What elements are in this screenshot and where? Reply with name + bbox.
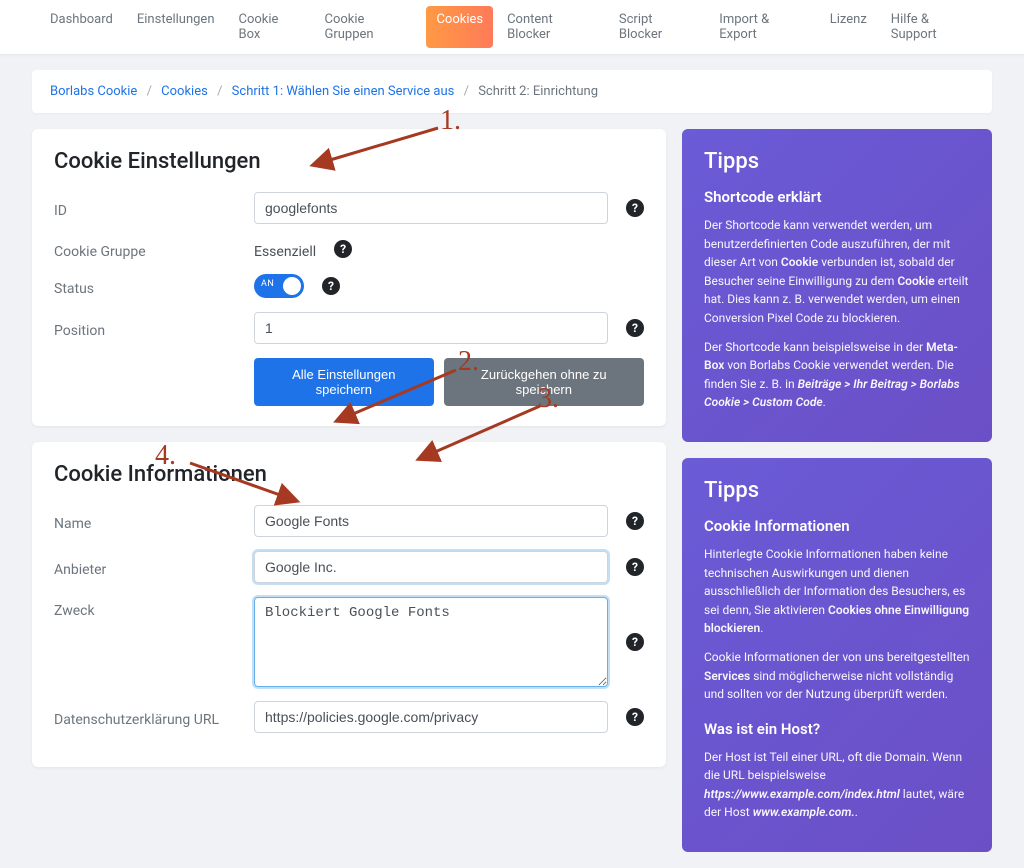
breadcrumb-link[interactable]: Cookies: [161, 84, 208, 99]
breadcrumb-current: Schritt 2: Einrichtung: [478, 84, 598, 99]
provider-input[interactable]: [254, 551, 608, 583]
nav-tab-8[interactable]: Lizenz: [820, 6, 877, 48]
group-label: Cookie Gruppe: [54, 238, 254, 260]
save-button[interactable]: Alle Einstellungen speichern: [254, 358, 434, 406]
help-icon[interactable]: ?: [626, 319, 644, 337]
provider-label: Anbieter: [54, 556, 254, 578]
nav-tab-6[interactable]: Script Blocker: [609, 6, 705, 48]
breadcrumb: Borlabs Cookie / Cookies / Schritt 1: Wä…: [32, 70, 992, 113]
help-icon[interactable]: ?: [626, 708, 644, 726]
tips-subtitle: Cookie Informationen: [704, 517, 970, 535]
cookie-info-panel: Cookie Informationen Name ? Anbieter ? Z…: [32, 442, 666, 767]
name-input[interactable]: [254, 505, 608, 537]
nav-tab-1[interactable]: Einstellungen: [127, 6, 225, 48]
nav-tab-2[interactable]: Cookie Box: [229, 6, 311, 48]
panel-title: Cookie Einstellungen: [54, 149, 644, 174]
position-label: Position: [54, 317, 254, 339]
panel-title: Cookie Informationen: [54, 462, 644, 487]
nav-tab-5[interactable]: Content Blocker: [497, 6, 605, 48]
tips-text: Cookie Informationen der von uns bereitg…: [704, 648, 970, 704]
nav-tab-4[interactable]: Cookies: [426, 6, 493, 48]
cookie-settings-panel: Cookie Einstellungen ID ? Cookie Gruppe …: [32, 129, 666, 426]
help-icon[interactable]: ?: [334, 240, 352, 258]
status-toggle[interactable]: AN: [254, 274, 304, 298]
privacy-url-label: Datenschutzerklärung URL: [54, 706, 254, 728]
id-input[interactable]: [254, 192, 608, 224]
tips-title: Tipps: [704, 149, 970, 174]
tips-text: Der Host ist Teil einer URL, oft die Dom…: [704, 748, 970, 822]
tips-panel-1: Tipps Shortcode erklärt Der Shortcode ka…: [682, 129, 992, 442]
tips-text: Der Shortcode kann beispielsweise in der…: [704, 338, 970, 412]
nav-tab-9[interactable]: Hilfe & Support: [881, 6, 984, 48]
help-icon[interactable]: ?: [322, 277, 340, 295]
nav-tab-0[interactable]: Dashboard: [40, 6, 123, 48]
tips-panel-2: Tipps Cookie Informationen Hinterlegte C…: [682, 458, 992, 852]
nav-tab-7[interactable]: Import & Export: [709, 6, 815, 48]
tips-text: Der Shortcode kann verwendet werden, um …: [704, 216, 970, 328]
purpose-label: Zweck: [54, 597, 254, 619]
name-label: Name: [54, 510, 254, 532]
help-icon[interactable]: ?: [626, 633, 644, 651]
help-icon[interactable]: ?: [626, 199, 644, 217]
tips-text: Hinterlegte Cookie Informationen haben k…: [704, 545, 970, 638]
id-label: ID: [54, 197, 254, 219]
purpose-textarea[interactable]: Blockiert Google Fonts: [254, 597, 608, 687]
nav-tab-3[interactable]: Cookie Gruppen: [314, 6, 422, 48]
cancel-button[interactable]: Zurückgehen ohne zu speichern: [444, 358, 644, 406]
tips-subtitle: Shortcode erklärt: [704, 188, 970, 206]
help-icon[interactable]: ?: [626, 558, 644, 576]
position-input[interactable]: [254, 312, 608, 344]
group-value: Essenziell: [254, 238, 316, 260]
tips-subtitle: Was ist ein Host?: [704, 720, 970, 738]
status-label: Status: [54, 275, 254, 297]
privacy-url-input[interactable]: [254, 701, 608, 733]
tips-title: Tipps: [704, 478, 970, 503]
help-icon[interactable]: ?: [626, 512, 644, 530]
breadcrumb-link[interactable]: Borlabs Cookie: [50, 84, 137, 99]
breadcrumb-link[interactable]: Schritt 1: Wählen Sie einen Service aus: [232, 84, 455, 99]
nav-tabs: DashboardEinstellungenCookie BoxCookie G…: [0, 0, 1024, 54]
